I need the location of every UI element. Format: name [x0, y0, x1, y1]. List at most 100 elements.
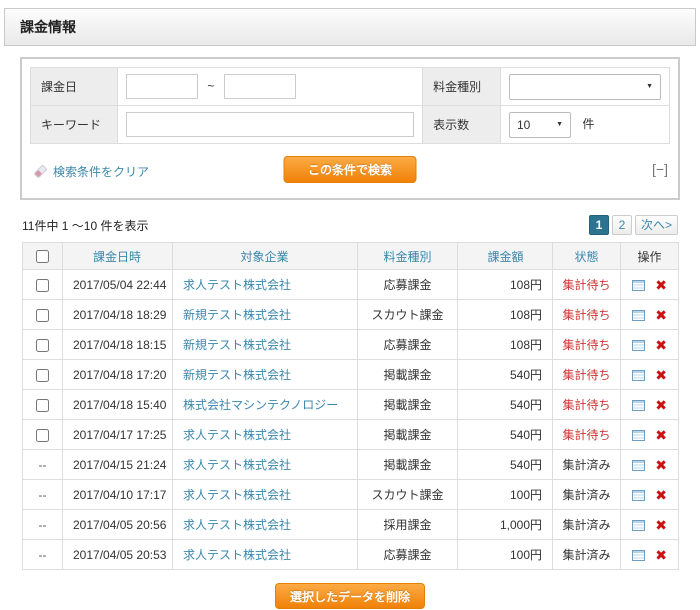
detail-icon[interactable] [631, 519, 645, 531]
delete-row-icon[interactable]: ✖ [655, 277, 667, 293]
billing-datetime: 2017/04/18 18:29 [62, 299, 173, 330]
amount-value: 108円 [457, 329, 553, 360]
detail-icon[interactable] [631, 459, 645, 471]
row-checkbox[interactable] [36, 278, 49, 292]
chevron-down-icon: ▼ [646, 83, 653, 90]
status-badge: 集計待ち [552, 269, 621, 300]
select-all-checkbox[interactable] [36, 250, 49, 264]
company-link[interactable]: 求人テスト株式会社 [183, 458, 291, 472]
row-checkbox[interactable] [36, 398, 49, 412]
row-select-slot [36, 277, 49, 292]
delete-row-icon[interactable]: ✖ [655, 307, 667, 323]
status-badge: 集計済み [552, 539, 621, 570]
company-link[interactable]: 新規テスト株式会社 [183, 368, 291, 382]
delete-row-icon[interactable]: ✖ [655, 517, 667, 533]
delete-row-icon[interactable]: ✖ [655, 547, 667, 563]
status-badge: 集計済み [552, 479, 621, 510]
status-badge: 集計済み [552, 509, 621, 540]
company-link[interactable]: 求人テスト株式会社 [183, 548, 291, 562]
billing-datetime: 2017/04/17 17:25 [62, 419, 173, 450]
company-link[interactable]: 求人テスト株式会社 [183, 428, 291, 442]
fee-type-value: 掲載課金 [357, 359, 458, 390]
detail-icon[interactable] [631, 369, 645, 381]
row-checkbox[interactable] [36, 368, 49, 382]
next-page-button[interactable]: 次へ> [634, 215, 678, 235]
row-select-slot: -- [38, 457, 47, 472]
billing-table: 課金日時 対象企業 料金種別 課金額 状態 操作 2017/05/04 22:4… [22, 242, 679, 570]
billing-datetime: 2017/04/18 18:15 [62, 329, 173, 360]
row-select-slot: -- [38, 547, 47, 562]
company-link[interactable]: 株式会社マシンテクノロジー [183, 398, 338, 412]
results-row: 11件中 1 〜10 件を表示 1 2 次へ> [22, 215, 678, 235]
sort-amount-header[interactable]: 課金額 [487, 250, 523, 264]
detail-icon[interactable] [631, 549, 645, 561]
display-count-unit: 件 [582, 116, 595, 131]
detail-icon[interactable] [631, 279, 645, 291]
page-2-button[interactable]: 2 [611, 215, 632, 235]
collapse-panel-toggle[interactable]: [−] [652, 161, 668, 177]
fee-type-value: スカウト課金 [357, 479, 458, 510]
amount-value: 100円 [457, 539, 553, 570]
delete-row-icon[interactable]: ✖ [655, 487, 667, 503]
billing-table-body: 2017/05/04 22:44 求人テスト株式会社 応募課金 108円 集計待… [22, 269, 679, 570]
search-panel: 課金日 ~ 料金種別 ▼ キーワード 表示数 10 ▼ 件 検索条件をクリア こ… [20, 57, 680, 200]
row-checkbox[interactable] [36, 308, 49, 322]
display-count-select[interactable]: 10 ▼ [509, 111, 571, 138]
sort-status-header[interactable]: 状態 [574, 250, 598, 264]
row-checkbox[interactable] [36, 338, 49, 352]
sort-datetime-header[interactable]: 課金日時 [93, 250, 141, 264]
amount-value: 108円 [457, 269, 553, 300]
delete-row-icon[interactable]: ✖ [655, 337, 667, 353]
display-count-label: 表示数 [422, 105, 501, 144]
detail-icon[interactable] [631, 309, 645, 321]
table-row: -- 2017/04/05 20:53 求人テスト株式会社 応募課金 100円 … [22, 539, 679, 570]
row-select-slot [36, 427, 49, 442]
row-select-slot [36, 367, 49, 382]
company-link[interactable]: 求人テスト株式会社 [183, 518, 291, 532]
amount-value: 1,000円 [457, 509, 553, 540]
page-title: 課金情報 [4, 8, 696, 46]
delete-row-icon[interactable]: ✖ [655, 427, 667, 443]
search-button[interactable]: この条件で検索 [283, 156, 417, 183]
search-actions-row: 検索条件をクリア この条件で検索 [−] [30, 156, 670, 190]
row-select-slot [36, 337, 49, 352]
status-badge: 集計待ち [552, 359, 621, 390]
billing-date-inputs-cell: ~ [117, 67, 424, 106]
delete-row-icon[interactable]: ✖ [655, 367, 667, 383]
table-row: -- 2017/04/15 21:24 求人テスト株式会社 掲載課金 540円 … [22, 449, 679, 480]
page-1-button[interactable]: 1 [588, 215, 609, 235]
billing-datetime: 2017/04/18 15:40 [62, 389, 173, 420]
billing-datetime: 2017/04/05 20:53 [62, 539, 173, 570]
fee-type-value: 応募課金 [357, 329, 458, 360]
amount-value: 108円 [457, 299, 553, 330]
detail-icon[interactable] [631, 489, 645, 501]
detail-icon[interactable] [631, 429, 645, 441]
delete-row-icon[interactable]: ✖ [655, 397, 667, 413]
keyword-input[interactable] [126, 112, 415, 137]
detail-icon[interactable] [631, 399, 645, 411]
table-row: 2017/04/18 18:15 新規テスト株式会社 応募課金 108円 集計待… [22, 329, 679, 360]
sort-fee-type-header[interactable]: 料金種別 [383, 250, 431, 264]
company-link[interactable]: 求人テスト株式会社 [183, 488, 291, 502]
company-link[interactable]: 新規テスト株式会社 [183, 308, 291, 322]
date-to-input[interactable] [223, 74, 296, 99]
company-link[interactable]: 求人テスト株式会社 [183, 278, 291, 292]
billing-datetime: 2017/04/10 17:17 [62, 479, 173, 510]
search-form: 課金日 ~ 料金種別 ▼ キーワード 表示数 10 ▼ 件 [29, 67, 670, 144]
company-link[interactable]: 新規テスト株式会社 [183, 338, 291, 352]
table-row: -- 2017/04/10 17:17 求人テスト株式会社 スカウト課金 100… [22, 479, 679, 510]
sort-company-header[interactable]: 対象企業 [240, 250, 288, 264]
date-from-input[interactable] [126, 74, 199, 99]
fee-type-select[interactable]: ▼ [509, 73, 661, 100]
delete-row-icon[interactable]: ✖ [655, 457, 667, 473]
detail-icon[interactable] [631, 339, 645, 351]
clear-search-link[interactable]: 検索条件をクリア [33, 163, 149, 180]
table-row: 2017/04/17 17:25 求人テスト株式会社 掲載課金 540円 集計待… [22, 419, 679, 450]
delete-selected-button[interactable]: 選択したデータを削除 [275, 583, 425, 609]
chevron-down-icon: ▼ [556, 121, 563, 128]
billing-datetime: 2017/04/15 21:24 [62, 449, 173, 480]
fee-type-label: 料金種別 [422, 67, 501, 106]
billing-date-label: 課金日 [29, 67, 119, 106]
row-checkbox[interactable] [36, 428, 49, 442]
fee-type-value: 掲載課金 [357, 419, 458, 450]
